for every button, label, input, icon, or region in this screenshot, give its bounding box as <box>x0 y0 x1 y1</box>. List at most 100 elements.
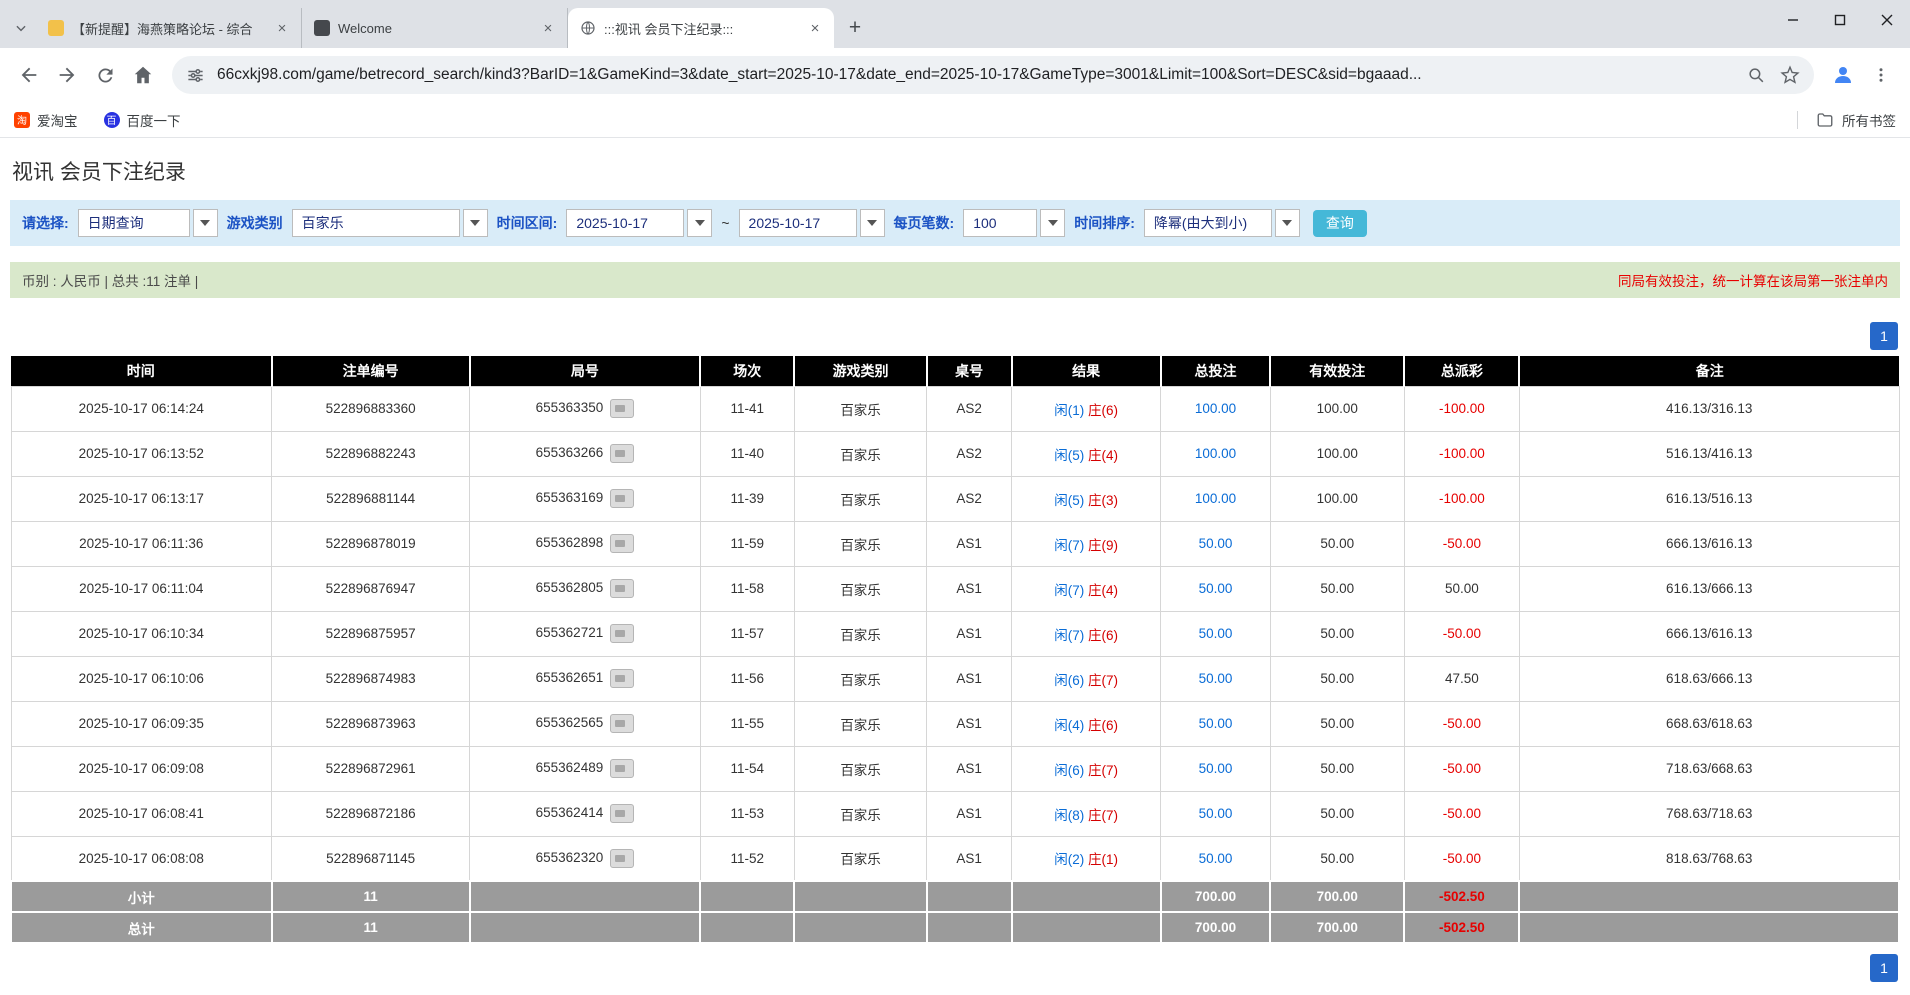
total-bet-link[interactable]: 50.00 <box>1199 851 1233 866</box>
all-bookmarks[interactable]: 所有书签 <box>1797 110 1896 130</box>
new-tab-button[interactable]: + <box>840 13 870 43</box>
chevron-down-icon[interactable] <box>860 209 885 237</box>
cell-round: 655363350 <box>470 386 700 431</box>
bookmark-baidu[interactable]: 百 百度一下 <box>104 110 181 130</box>
minimize-button[interactable] <box>1769 0 1816 40</box>
sort-select-value[interactable]: 降幂(由大到小) <box>1144 209 1272 237</box>
menu-dots-icon[interactable] <box>1862 56 1900 94</box>
snapshot-icon[interactable] <box>610 849 634 868</box>
total-bet-link[interactable]: 50.00 <box>1199 716 1233 731</box>
cell-round: 655362565 <box>470 701 700 746</box>
cell-result: 闲(6) 庄(7) <box>1012 656 1161 701</box>
total-label: 总计 <box>11 912 272 943</box>
mode-select[interactable]: 日期查询 <box>78 209 218 237</box>
total-bet-link[interactable]: 50.00 <box>1199 806 1233 821</box>
snapshot-icon[interactable] <box>610 804 634 823</box>
maximize-button[interactable] <box>1816 0 1863 40</box>
profile-avatar[interactable] <box>1824 56 1862 94</box>
address-bar[interactable]: 66cxkj98.com/game/betrecord_search/kind3… <box>172 56 1814 94</box>
chevron-down-icon[interactable] <box>1040 209 1065 237</box>
sort-label: 时间排序: <box>1074 213 1135 233</box>
date-end-value[interactable]: 2025-10-17 <box>739 209 857 237</box>
chevron-down-icon[interactable] <box>463 209 488 237</box>
page-1-button[interactable]: 1 <box>1870 954 1898 982</box>
total-bet-link[interactable]: 50.00 <box>1199 581 1233 596</box>
snapshot-icon[interactable] <box>610 669 634 688</box>
snapshot-icon[interactable] <box>610 579 634 598</box>
tab-close-icon[interactable]: × <box>539 19 557 37</box>
cell-table-no: AS2 <box>927 386 1012 431</box>
cell-total-bet: 100.00 <box>1161 386 1271 431</box>
reload-button[interactable] <box>86 56 124 94</box>
chevron-down-icon[interactable] <box>6 8 36 48</box>
close-button[interactable] <box>1863 0 1910 40</box>
date-end-select[interactable]: 2025-10-17 <box>739 209 885 237</box>
tab-close-icon[interactable]: × <box>806 19 824 37</box>
cell-session: 11-39 <box>700 476 794 521</box>
mode-select-value[interactable]: 日期查询 <box>78 209 190 237</box>
subtotal-row: 小计 11 700.00 700.00 -502.50 <box>11 881 1899 912</box>
cell-round: 655362805 <box>470 566 700 611</box>
date-start-value[interactable]: 2025-10-17 <box>566 209 684 237</box>
total-total-bet: 700.00 <box>1161 912 1271 943</box>
cell-bet-id: 522896873963 <box>272 701 470 746</box>
sort-select[interactable]: 降幂(由大到小) <box>1144 209 1300 237</box>
tab-title: :::视讯 会员下注纪录::: <box>604 19 798 38</box>
chevron-down-icon[interactable] <box>687 209 712 237</box>
snapshot-icon[interactable] <box>610 624 634 643</box>
cell-round: 655362414 <box>470 791 700 836</box>
page-1-button[interactable]: 1 <box>1870 322 1898 350</box>
cell-result: 闲(2) 庄(1) <box>1012 836 1161 881</box>
cell-session: 11-56 <box>700 656 794 701</box>
cell-payout: -50.00 <box>1404 746 1519 791</box>
date-start-select[interactable]: 2025-10-17 <box>566 209 712 237</box>
back-button[interactable] <box>10 56 48 94</box>
baidu-icon: 百 <box>104 112 120 128</box>
cell-payout: -100.00 <box>1404 431 1519 476</box>
page-size-select[interactable]: 100 <box>963 209 1065 237</box>
subtotal-total-bet: 700.00 <box>1161 881 1271 912</box>
total-bet-link[interactable]: 100.00 <box>1195 446 1236 461</box>
divider <box>1797 111 1798 129</box>
bookmark-taobao[interactable]: 淘 爱淘宝 <box>14 110 78 130</box>
browser-tab-forum[interactable]: 【新提醒】海燕策略论坛 - 综合 × <box>36 8 302 48</box>
snapshot-icon[interactable] <box>610 714 634 733</box>
cell-session: 11-54 <box>700 746 794 791</box>
game-type-select[interactable]: 百家乐 <box>292 209 488 237</box>
snapshot-icon[interactable] <box>610 489 634 508</box>
total-bet-link[interactable]: 100.00 <box>1195 491 1236 506</box>
all-bookmarks-label: 所有书签 <box>1842 110 1896 130</box>
browser-tab-betrecord-active[interactable]: :::视讯 会员下注纪录::: × <box>568 8 834 48</box>
search-button[interactable]: 查询 <box>1313 210 1367 237</box>
total-bet-link[interactable]: 50.00 <box>1199 626 1233 641</box>
cell-total-bet: 100.00 <box>1161 476 1271 521</box>
col-note: 备注 <box>1519 356 1899 386</box>
bookmark-star-icon[interactable] <box>1780 65 1800 85</box>
cell-total-bet: 50.00 <box>1161 746 1271 791</box>
total-bet-link[interactable]: 50.00 <box>1199 536 1233 551</box>
total-bet-link[interactable]: 100.00 <box>1195 401 1236 416</box>
snapshot-icon[interactable] <box>610 444 634 463</box>
chevron-down-icon[interactable] <box>193 209 218 237</box>
snapshot-icon[interactable] <box>610 534 634 553</box>
site-settings-icon[interactable] <box>186 66 205 85</box>
total-bet-link[interactable]: 50.00 <box>1199 761 1233 776</box>
game-type-select-value[interactable]: 百家乐 <box>292 209 460 237</box>
home-button[interactable] <box>124 56 162 94</box>
url-text[interactable]: 66cxkj98.com/game/betrecord_search/kind3… <box>217 66 1737 84</box>
total-bet-link[interactable]: 50.00 <box>1199 671 1233 686</box>
table-row: 2025-10-17 06:14:24 522896883360 6553633… <box>11 386 1899 431</box>
page-size-value[interactable]: 100 <box>963 209 1037 237</box>
cell-session: 11-58 <box>700 566 794 611</box>
cell-result: 闲(7) 庄(6) <box>1012 611 1161 656</box>
search-lens-icon[interactable] <box>1747 66 1766 85</box>
snapshot-icon[interactable] <box>610 759 634 778</box>
chevron-down-icon[interactable] <box>1275 209 1300 237</box>
pagination-bottom: 1 <box>10 954 1898 982</box>
browser-tab-welcome[interactable]: Welcome × <box>302 8 568 48</box>
forward-button[interactable] <box>48 56 86 94</box>
tab-close-icon[interactable]: × <box>273 19 291 37</box>
cell-session: 11-41 <box>700 386 794 431</box>
cell-time: 2025-10-17 06:10:06 <box>11 656 272 701</box>
snapshot-icon[interactable] <box>610 399 634 418</box>
